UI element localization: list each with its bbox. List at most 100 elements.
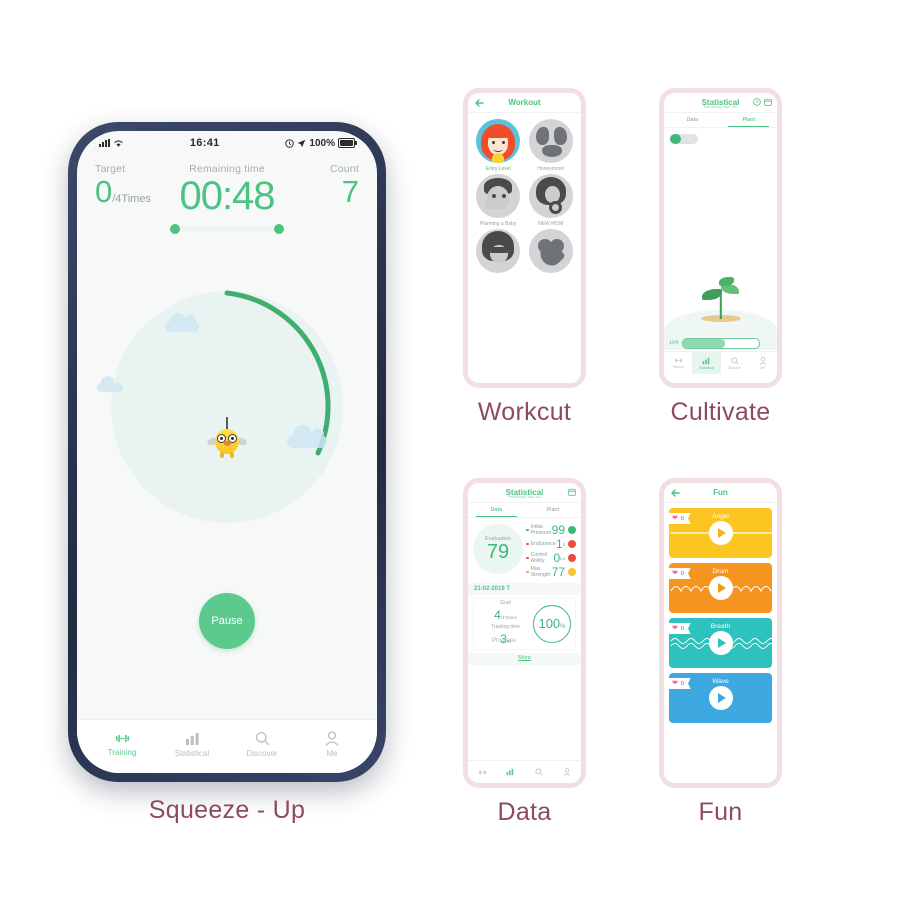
stat-row: Max Strength 77 <box>526 566 576 578</box>
tab-statistical-label: Statistical <box>174 748 210 758</box>
tab-me[interactable]: Me <box>297 720 367 769</box>
fun-card[interactable]: ❤ 0 Breath <box>669 618 772 668</box>
tab-training[interactable] <box>468 761 496 783</box>
tab-me-label: Me <box>760 365 766 370</box>
play-button[interactable] <box>708 631 733 655</box>
stat-value: 0 <box>553 551 561 565</box>
play-button[interactable] <box>708 686 733 710</box>
tab-discover-label: Discover <box>246 749 278 758</box>
toggle-pill[interactable] <box>670 134 698 144</box>
cultivate-header: Statistical Remaining Days 100 <box>664 93 777 113</box>
play-button[interactable] <box>708 576 733 600</box>
workout-item[interactable] <box>525 229 578 276</box>
calendar-icon[interactable] <box>568 488 576 496</box>
help-icon[interactable] <box>753 98 761 106</box>
search-icon <box>535 768 543 776</box>
tab-statistical[interactable] <box>496 761 524 783</box>
fun-card-name: Angel <box>712 513 729 520</box>
dumbbell-icon <box>674 358 682 363</box>
fun-card[interactable]: ❤ 0 Drum <box>669 563 772 613</box>
tab-me[interactable]: Me <box>749 352 777 374</box>
tab-training[interactable]: Training <box>87 720 157 769</box>
gauge-arc-svg <box>224 290 331 456</box>
workout-item[interactable]: NEW MOM <box>525 174 578 227</box>
caption-cultivate: Cultivate <box>670 398 771 426</box>
pause-button[interactable]: Pause <box>199 593 255 649</box>
tab-training-label: Training <box>107 748 137 757</box>
remaining-block: Remaining time 00:48 <box>179 163 275 218</box>
tab-plant[interactable]: Plant <box>525 503 582 517</box>
stat-row: Initial Pressure 99 <box>526 524 576 536</box>
stat-dot <box>526 542 529 546</box>
status-time: 16:41 <box>189 137 220 149</box>
workout-grid: Entry Level Honeymoon Planning a Baby NE… <box>468 113 581 282</box>
tab-discover[interactable]: Discover <box>227 720 297 769</box>
tab-discover[interactable] <box>525 761 553 783</box>
slider-knob-right[interactable] <box>274 223 284 234</box>
play-button[interactable] <box>708 521 733 545</box>
wifi-icon <box>114 139 123 147</box>
main-phone-mockup: 16:41 100% Target 0/4Times Remaining tim… <box>68 122 386 782</box>
goal-card: Goal 4/4Times Training time 3M 100% Prog… <box>473 598 576 650</box>
tab-me[interactable] <box>553 761 581 783</box>
more-link[interactable]: More <box>468 653 581 665</box>
tab-me-label: Me <box>326 749 338 758</box>
data-header: Statistical Remaining Days 100 <box>468 483 581 503</box>
avatar <box>476 119 521 163</box>
stat-dot <box>526 528 529 532</box>
smiley-icon <box>568 540 576 548</box>
cloud-icon <box>287 425 327 448</box>
workout-item[interactable]: Planning a Baby <box>472 174 525 227</box>
fun-title: Fun <box>713 488 728 497</box>
slider-knob-left[interactable] <box>170 223 180 234</box>
evaluation-circle: Evaluation 79 <box>473 524 523 574</box>
fun-card[interactable]: ❤ 0 Wave <box>669 673 772 723</box>
calendar-icon[interactable] <box>764 98 772 106</box>
stat-dot <box>526 570 529 574</box>
workout-screen: Workout Entry Level Honeymoon Planning a… <box>463 88 586 388</box>
stat-value: 1 <box>556 537 563 551</box>
back-arrow-icon[interactable] <box>475 99 484 107</box>
goal-value: 4 <box>494 608 501 622</box>
tab-plant[interactable]: Plant <box>721 113 778 128</box>
remaining-timer: 00:48 <box>179 174 275 218</box>
workout-item[interactable]: Honeymoon <box>525 119 578 172</box>
tab-data[interactable]: Data <box>664 113 721 127</box>
stat-name: Max Strength <box>530 566 551 578</box>
training-header: Target 0/4Times Remaining time 00:48 Cou… <box>77 153 377 216</box>
caption-workout: Workcut <box>477 398 572 426</box>
goal-unit: /4Times <box>500 615 517 620</box>
back-arrow-icon[interactable] <box>671 489 680 497</box>
fun-card[interactable]: ❤ 0 Angel <box>669 508 772 558</box>
tab-training[interactable]: Training <box>664 352 692 374</box>
caption-data: Data <box>497 798 552 826</box>
plant-view: LV4 Training Statistical Discover Me <box>664 128 777 374</box>
stat-list: Initial Pressure 99 Endurance 1 s Contro… <box>523 524 576 578</box>
tab-statistical[interactable]: Statistical <box>692 352 721 374</box>
gauge-area <box>77 283 377 583</box>
workout-item-label: NEW MOM <box>538 221 564 227</box>
bottom-tab-bar: Training Statistical Discover Me <box>77 719 377 773</box>
stat-unit: s <box>562 541 565 547</box>
fun-card-name: Breath <box>710 623 731 630</box>
person-icon <box>759 356 767 365</box>
level-bar: LV4 <box>670 338 760 349</box>
data-tabs: Data Plant <box>468 503 581 518</box>
range-slider[interactable] <box>170 223 284 234</box>
evaluation-value: 79 <box>486 541 510 563</box>
stat-name: Control Ability <box>530 552 548 564</box>
tab-statistical[interactable]: Statistical <box>157 720 227 769</box>
stat-name: Initial Pressure <box>530 524 552 536</box>
cloud-icon <box>165 313 199 332</box>
stat-row: Control Ability 0 Lv <box>526 552 576 564</box>
workout-item-label: Honeymoon <box>537 166 565 172</box>
tab-discover[interactable]: Discover <box>721 352 749 374</box>
workout-item[interactable] <box>472 229 525 276</box>
tab-data[interactable]: Data <box>468 503 525 518</box>
person-icon <box>325 731 339 746</box>
dumbbell-icon <box>478 770 486 774</box>
person-icon <box>563 768 571 776</box>
tab-training-label: Training <box>672 365 685 369</box>
workout-header: Workout <box>468 93 581 113</box>
workout-item[interactable]: Entry Level <box>472 119 525 172</box>
